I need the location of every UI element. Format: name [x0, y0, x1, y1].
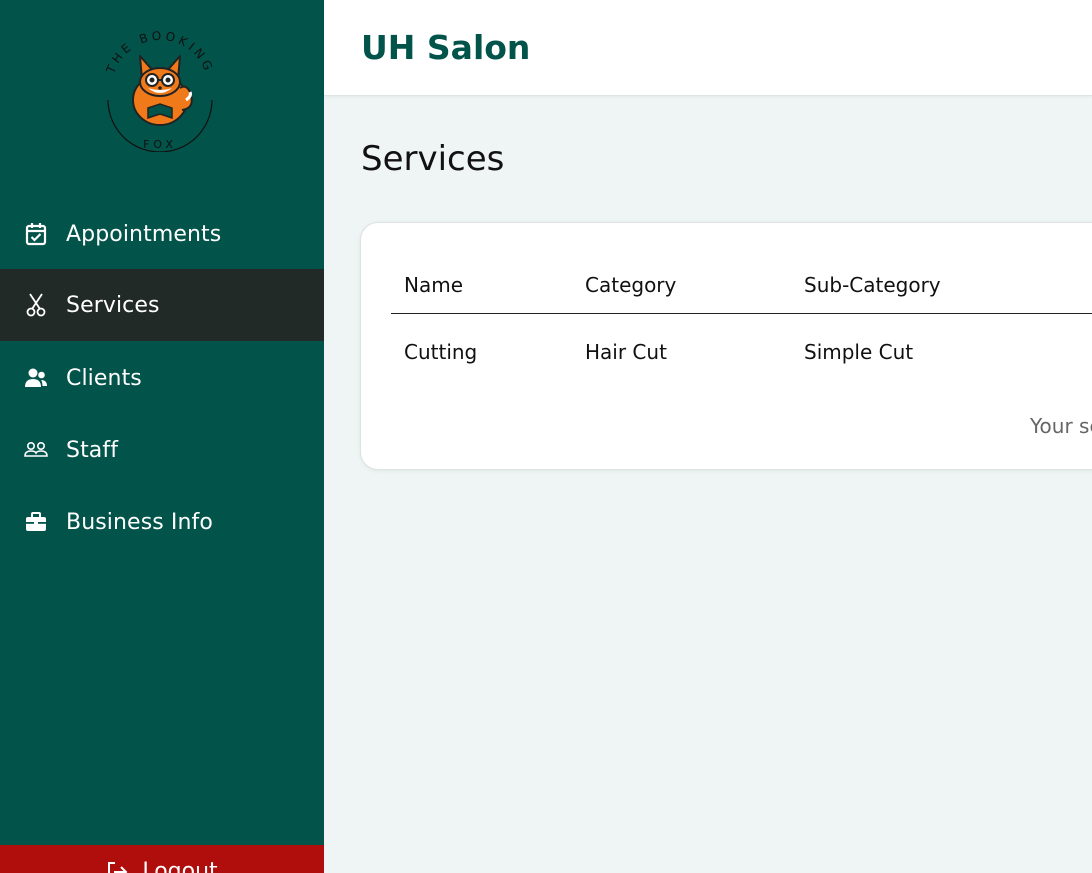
page-title: Services	[361, 139, 505, 179]
column-header-category: Category	[585, 273, 677, 297]
cell-name: Cutting	[404, 340, 478, 364]
scissors-icon	[24, 293, 48, 317]
calendar-check-icon	[24, 222, 48, 246]
sidebar-item-label: Appointments	[66, 221, 222, 247]
users-icon	[24, 366, 48, 390]
sidebar-item-clients[interactable]: Clients	[0, 342, 324, 414]
sidebar-item-staff[interactable]: Staff	[0, 414, 324, 486]
cell-sub-category: Simple Cut	[804, 340, 914, 364]
top-header: UH Salon	[324, 0, 1092, 96]
sidebar-item-appointments[interactable]: Appointments	[0, 198, 324, 270]
sidebar-item-business-info[interactable]: Business Info	[0, 486, 324, 558]
sidebar-item-label: Business Info	[66, 509, 213, 535]
logout-icon	[106, 859, 142, 873]
sidebar-item-label: Services	[66, 292, 160, 318]
cell-category: Hair Cut	[585, 340, 667, 364]
logout-button[interactable]: Logout	[0, 845, 324, 873]
logo-arc-bottom-text: FOX	[143, 138, 177, 151]
booking-fox-logo: THE BOOKING FOX	[98, 22, 222, 153]
column-header-name: Name	[404, 273, 464, 297]
sidebar-item-label: Clients	[66, 365, 142, 391]
app-title: UH Salon	[361, 28, 531, 67]
table-header-divider	[391, 313, 1092, 314]
staff-icon	[24, 438, 48, 462]
column-header-sub-category: Sub-Category	[804, 273, 941, 297]
logout-label: Logout	[142, 859, 218, 873]
sidebar: THE BOOKING FOX Appointments Services Cl…	[0, 0, 324, 873]
briefcase-icon	[24, 510, 48, 534]
table-footer-note: Your se	[1030, 414, 1092, 438]
services-table-card: Name Category Sub-Category Cutting Hair …	[360, 222, 1092, 470]
sidebar-item-services[interactable]: Services	[0, 269, 324, 341]
sidebar-item-label: Staff	[66, 437, 119, 463]
